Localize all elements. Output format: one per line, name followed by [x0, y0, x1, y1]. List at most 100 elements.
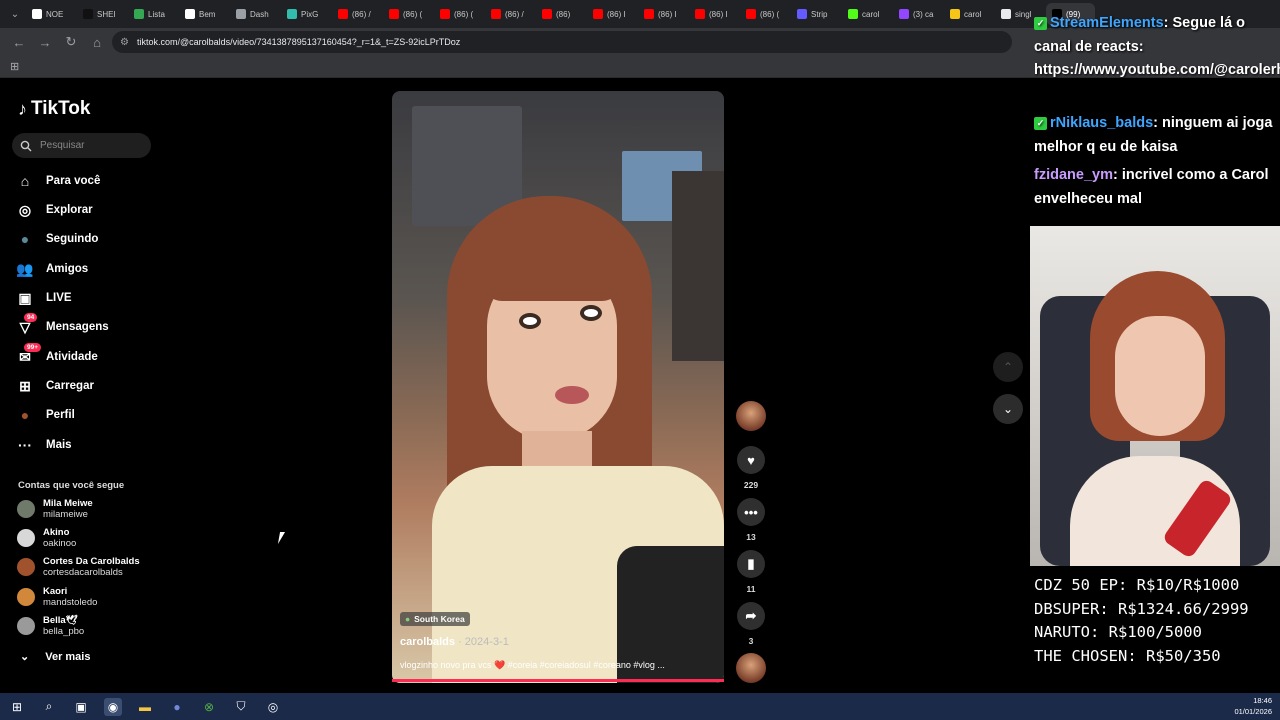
sound-disc-button[interactable]: [736, 653, 766, 683]
video-author-line[interactable]: carolbalds · 2024-3-1: [400, 636, 509, 648]
comment-button[interactable]: ••• 13: [736, 498, 766, 542]
browser-tab[interactable]: NOE: [26, 3, 75, 25]
account-handle: mandstoledo: [43, 597, 98, 608]
windows-start-icon[interactable]: ⊞: [8, 698, 26, 716]
address-bar[interactable]: ⚙ tiktok.com/@carolbalds/video/734138789…: [112, 31, 1012, 53]
see-more-button[interactable]: ⌄ Ver mais: [20, 650, 90, 664]
browser-tab[interactable]: (86): [536, 3, 585, 25]
browser-tab[interactable]: (86) (: [740, 3, 789, 25]
browser-tab[interactable]: (3) ca: [893, 3, 942, 25]
browser-tab[interactable]: (86) (: [434, 3, 483, 25]
reload-icon[interactable]: ↻: [60, 31, 82, 53]
system-clock[interactable]: 18:46 01/01/2026: [1234, 695, 1272, 717]
browser-tab[interactable]: (86) I: [689, 3, 738, 25]
sidebar-item-live[interactable]: ▣ LIVE: [16, 287, 71, 309]
search-input[interactable]: Pesquisar: [12, 133, 151, 158]
discord-icon[interactable]: ●: [168, 698, 186, 716]
sidebar-item-profile-avatar[interactable]: ● Perfil: [16, 404, 75, 426]
task-view-icon[interactable]: ▣: [72, 698, 90, 716]
tab-label: carol: [964, 9, 982, 19]
sidebar-item-home[interactable]: ⌂ Para você: [16, 170, 101, 192]
sound-disc-icon: [736, 653, 766, 683]
video-author[interactable]: carolbalds: [400, 636, 455, 648]
browser-tab[interactable]: (86) (: [383, 3, 432, 25]
sidebar-item-activity[interactable]: ✉ 99+ Atividade: [16, 343, 98, 368]
video-subject-eye-right: [580, 305, 602, 321]
browser-tab[interactable]: carol: [842, 3, 891, 25]
xbox-icon[interactable]: ⊗: [200, 698, 218, 716]
forward-icon[interactable]: →: [34, 31, 56, 53]
browser-tab[interactable]: (86) I: [587, 3, 636, 25]
video-player[interactable]: [392, 91, 724, 683]
following-account[interactable]: Bella🕊 bella_pbo: [17, 615, 84, 637]
previous-video-button[interactable]: ⌃: [993, 352, 1023, 382]
chat-username: StreamElements: [1050, 15, 1164, 31]
following-account[interactable]: Mila Meiwe milameiwe: [17, 498, 93, 520]
apps-grid-icon[interactable]: ⊞: [10, 61, 22, 73]
browser-tab[interactable]: PixG: [281, 3, 330, 25]
tab-label: (86) I: [658, 9, 677, 19]
like-count: 229: [743, 480, 759, 490]
chat-message: fzidane_ym: incrivel como a Carol envelh…: [1034, 164, 1280, 211]
heart-icon: ♥: [737, 446, 765, 474]
browser-tab[interactable]: SHEI: [77, 3, 126, 25]
browser-tab[interactable]: Bem: [179, 3, 228, 25]
obs-icon[interactable]: ◎: [264, 698, 282, 716]
sidebar-item-compass[interactable]: ◎ Explorar: [16, 199, 93, 221]
back-icon[interactable]: ←: [8, 31, 30, 53]
video-location-badge[interactable]: ● South Korea: [400, 612, 470, 626]
video-caption[interactable]: vlogzinho novo pra vcs ❤️ #coreia #corei…: [400, 660, 665, 671]
chat-username: rNiklaus_balds: [1050, 115, 1154, 131]
stream-chat-overlay: ✓ StreamElements: Segue lá o canal de rea…: [1030, 12, 1280, 226]
verified-check-icon: ✓: [1034, 117, 1047, 130]
following-avatar-icon: ●: [20, 231, 30, 247]
browser-tab[interactable]: (86) /: [332, 3, 381, 25]
tab-label: PixG: [301, 9, 319, 19]
home-page-icon[interactable]: ⌂: [86, 31, 108, 53]
tiktok-logo[interactable]: ♪ TikTok: [18, 98, 90, 120]
site-info-icon[interactable]: ⚙: [120, 37, 129, 48]
following-account[interactable]: Akino oakinoo: [17, 527, 76, 549]
youtube-icon: [695, 9, 705, 19]
share-button[interactable]: ➦ 3: [736, 602, 766, 646]
account-name: Kaori: [43, 586, 68, 597]
sidebar-item-messages[interactable]: ▽ 94 Mensagens: [16, 313, 109, 338]
notification-badge: 99+: [24, 343, 42, 352]
account-name: Cortes Da Carolbalds: [43, 556, 140, 567]
sidebar-item-label: Amigos: [46, 263, 89, 275]
sidebar-item-more-dots[interactable]: ··· Mais: [16, 434, 72, 456]
profile-avatar-icon: ●: [20, 407, 30, 423]
next-video-button[interactable]: ⌄: [993, 394, 1023, 424]
mouse-cursor-icon: [277, 532, 291, 544]
sidebar-item-friends[interactable]: 👥 Amigos: [16, 258, 88, 280]
tab-search-icon[interactable]: ⌄: [6, 5, 24, 23]
search-placeholder: Pesquisar: [40, 140, 85, 151]
browser-tab[interactable]: (86) I: [638, 3, 687, 25]
sidebar-item-upload[interactable]: ⊞ Carregar: [16, 375, 94, 397]
following-account[interactable]: Cortes Da Carolbalds cortesdacarolbalds: [17, 556, 140, 578]
sidebar-item-following-avatar[interactable]: ● Seguindo: [16, 228, 99, 250]
browser-tab[interactable]: Lista: [128, 3, 177, 25]
chat-message: ✓ StreamElements: Segue lá o canal de rea…: [1034, 12, 1280, 83]
browser-tab[interactable]: Strip: [791, 3, 840, 25]
tab-label: (86) /: [352, 9, 371, 19]
file-explorer-icon[interactable]: ▬: [136, 698, 154, 716]
browser-tab[interactable]: Dash: [230, 3, 279, 25]
browser-tab[interactable]: (86) /: [485, 3, 534, 25]
sidebar-item-label: Perfil: [46, 409, 75, 421]
security-shield-icon[interactable]: ⛉: [232, 698, 250, 716]
video-progress-bar[interactable]: [392, 679, 724, 682]
chrome-icon[interactable]: ◉: [104, 697, 122, 716]
save-button[interactable]: ▮ 11: [736, 550, 766, 594]
following-account[interactable]: Kaori mandstoledo: [17, 586, 97, 608]
clock-date: 01/01/2026: [1234, 707, 1272, 716]
browser-tab[interactable]: carol: [944, 3, 993, 25]
pix-icon: [287, 9, 297, 19]
chat-username: fzidane_ym: [1034, 167, 1113, 183]
compass-icon: ◎: [18, 201, 32, 218]
tab-label: (86) I: [607, 9, 626, 19]
account-name: Akino: [43, 527, 70, 538]
creator-avatar-button[interactable]: [736, 401, 766, 431]
search-icon[interactable]: ⌕: [40, 698, 58, 716]
like-button[interactable]: ♥ 229: [736, 446, 766, 490]
